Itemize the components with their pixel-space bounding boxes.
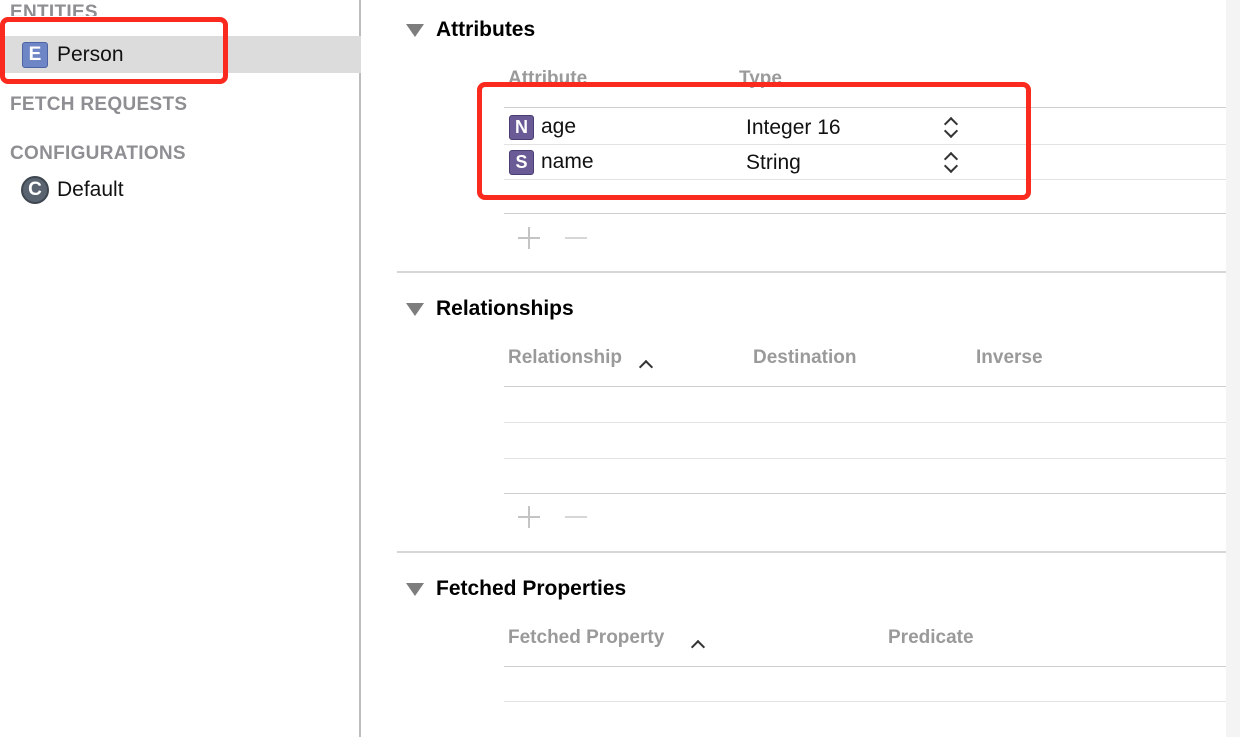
sidebar-item-label: Default — [57, 177, 124, 201]
divider — [504, 666, 1240, 667]
add-attribute-button[interactable] — [518, 227, 540, 249]
column-header-destination[interactable]: Destination — [753, 347, 856, 369]
sidebar-item-default[interactable]: C Default — [0, 171, 361, 208]
configuration-icon: C — [21, 175, 49, 204]
divider — [504, 422, 1240, 423]
column-header-inverse[interactable]: Inverse — [976, 347, 1043, 369]
divider — [504, 458, 1240, 459]
fetched-properties-title: Fetched Properties — [436, 577, 627, 600]
fetch-requests-header: FETCH REQUESTS — [10, 94, 188, 115]
column-header-relationship[interactable]: Relationship — [508, 347, 622, 369]
highlight-frame — [477, 82, 1031, 200]
sidebar: ENTITIES E Person FETCH REQUESTS CONFIGU… — [0, 0, 361, 737]
sort-ascending-icon[interactable] — [690, 639, 706, 655]
configurations-header: CONFIGURATIONS — [10, 143, 186, 164]
add-relationship-button[interactable] — [518, 506, 540, 528]
column-header-fetched-property[interactable]: Fetched Property — [508, 627, 664, 649]
section-divider — [397, 551, 1240, 553]
remove-relationship-button[interactable] — [565, 516, 587, 518]
divider — [504, 493, 1240, 494]
relationships-title: Relationships — [436, 297, 574, 320]
divider — [504, 701, 1240, 702]
attributes-title: Attributes — [436, 18, 536, 41]
divider — [504, 213, 1240, 214]
section-divider — [397, 271, 1240, 273]
divider — [504, 386, 1240, 387]
disclosure-triangle-icon[interactable] — [406, 303, 424, 316]
scroll-edge — [1226, 0, 1240, 737]
sort-ascending-icon[interactable] — [638, 359, 654, 375]
remove-attribute-button[interactable] — [565, 237, 587, 239]
disclosure-triangle-icon[interactable] — [406, 24, 424, 37]
highlight-frame — [0, 17, 228, 84]
entities-header: ENTITIES — [10, 2, 98, 16]
column-header-predicate[interactable]: Predicate — [888, 627, 974, 649]
disclosure-triangle-icon[interactable] — [406, 583, 424, 596]
